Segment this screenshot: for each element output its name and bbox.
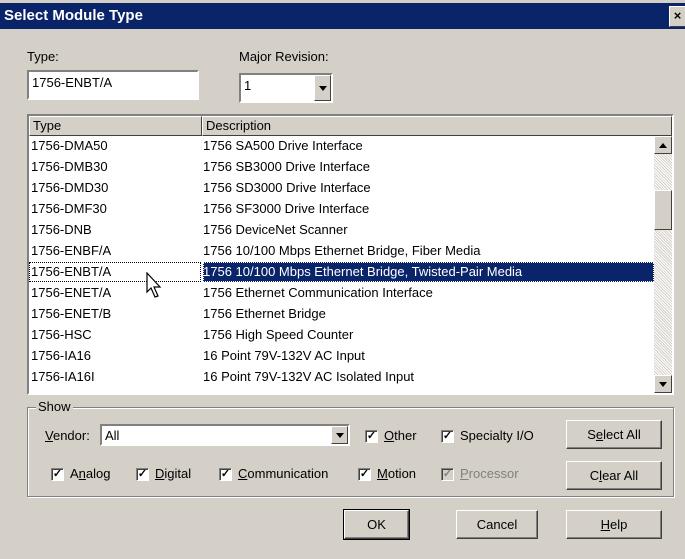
table-row[interactable]: 1756-ENET/B 1756 Ethernet Bridge xyxy=(29,304,654,325)
checkbox-specialty-io[interactable]: ✓ xyxy=(441,430,454,443)
dialog-window: Select Module Type × Type: 1756-ENBT/A M… xyxy=(0,0,685,559)
column-header-type[interactable]: Type xyxy=(29,116,202,136)
vendor-select[interactable]: All xyxy=(100,424,350,446)
dropdown-arrow-icon[interactable] xyxy=(331,426,348,444)
row-description: 1756 High Speed Counter xyxy=(203,327,354,342)
help-button[interactable]: Help xyxy=(566,510,662,539)
row-type: 1756-DMB30 xyxy=(31,159,108,174)
ok-button[interactable]: OK xyxy=(343,509,410,540)
close-icon[interactable]: × xyxy=(669,6,685,27)
table-row[interactable]: 1756-HSC 1756 High Speed Counter xyxy=(29,325,654,346)
checkbox-motion-label: Motion xyxy=(377,466,417,481)
type-label: Type: xyxy=(27,49,59,64)
row-type: 1756-DNB xyxy=(31,222,92,237)
scroll-up-icon[interactable] xyxy=(654,136,672,154)
module-list[interactable]: Type Description 1756-DMA50 1756 SA500 Dr… xyxy=(27,114,674,395)
vendor-value: All xyxy=(105,428,120,443)
checkbox-other[interactable]: ✓ xyxy=(365,430,378,443)
vendor-label: Vendor: xyxy=(45,428,90,443)
row-type: 1756-ENBT/A xyxy=(31,264,112,279)
row-type: 1756-ENET/A xyxy=(31,285,112,300)
table-row[interactable]: 1756-DMA50 1756 SA500 Drive Interface xyxy=(29,136,654,157)
table-row[interactable]: 1756-IA16I 16 Point 79V-132V AC Isolated … xyxy=(29,367,654,388)
row-description: 1756 Ethernet Communication Interface xyxy=(203,285,433,300)
table-row[interactable]: 1756-IA16 16 Point 79V-132V AC Input xyxy=(29,346,654,367)
checkbox-specialty-io-label: Specialty I/O xyxy=(460,428,534,443)
dropdown-arrow-icon[interactable] xyxy=(314,75,331,101)
checkbox-analog-label: Analog xyxy=(70,466,111,481)
major-revision-value: 1 xyxy=(244,78,252,93)
row-type: 1756-DMA50 xyxy=(31,138,108,153)
row-description: 1756 SB3000 Drive Interface xyxy=(203,159,370,174)
clear-all-button[interactable]: Clear All xyxy=(566,461,662,490)
show-group-label: Show xyxy=(36,399,73,414)
title-bar[interactable]: Select Module Type × xyxy=(0,3,685,29)
checkbox-motion[interactable]: ✓ xyxy=(358,468,371,481)
row-type: 1756-DMF30 xyxy=(31,201,107,216)
table-row[interactable]: 1756-DMF30 1756 SF3000 Drive Interface xyxy=(29,199,654,220)
checkbox-processor: ✓ xyxy=(441,468,454,481)
cancel-button[interactable]: Cancel xyxy=(456,510,538,539)
row-description: 16 Point 79V-132V AC Input xyxy=(203,348,365,363)
table-row[interactable]: 1756-DMB30 1756 SB3000 Drive Interface xyxy=(29,157,654,178)
checkbox-communication-label: Communication xyxy=(238,466,329,481)
row-description: 1756 SF3000 Drive Interface xyxy=(203,201,370,216)
row-type: 1756-ENET/B xyxy=(31,306,112,321)
row-description: 1756 SD3000 Drive Interface xyxy=(203,180,371,195)
row-type: 1756-IA16 xyxy=(31,348,91,363)
scroll-down-icon[interactable] xyxy=(654,375,672,393)
row-description: 1756 10/100 Mbps Ethernet Bridge, Twiste… xyxy=(203,264,523,279)
row-description: 1756 SA500 Drive Interface xyxy=(203,138,363,153)
major-revision-select[interactable]: 1 xyxy=(239,73,333,103)
checkbox-digital-label: Digital xyxy=(155,466,192,481)
row-description: 1756 Ethernet Bridge xyxy=(203,306,326,321)
major-revision-label: Major Revision: xyxy=(239,49,329,64)
select-all-button[interactable]: Select All xyxy=(566,420,662,449)
checkbox-other-label: Other xyxy=(384,428,417,443)
vertical-scrollbar[interactable] xyxy=(654,136,672,393)
table-row[interactable]: 1756-ENET/A 1756 Ethernet Communication I… xyxy=(29,283,654,304)
row-type: 1756-ENBF/A xyxy=(31,243,112,258)
table-row[interactable]: 1756-DMD30 1756 SD3000 Drive Interface xyxy=(29,178,654,199)
scroll-thumb[interactable] xyxy=(654,190,672,230)
table-row[interactable]: 1756-ENBT/A 1756 10/100 Mbps Ethernet Bri… xyxy=(29,262,654,283)
row-description: 16 Point 79V-132V AC Isolated Input xyxy=(203,369,415,384)
row-type: 1756-DMD30 xyxy=(31,180,109,195)
mouse-pointer-icon xyxy=(146,272,162,298)
table-row[interactable]: 1756-ENBF/A 1756 10/100 Mbps Ethernet Bri… xyxy=(29,241,654,262)
type-input[interactable]: 1756-ENBT/A xyxy=(27,70,199,100)
table-row[interactable]: 1756-DNB 1756 DeviceNet Scanner xyxy=(29,220,654,241)
row-description: 1756 10/100 Mbps Ethernet Bridge, Fiber … xyxy=(203,243,481,258)
checkbox-digital[interactable]: ✓ xyxy=(136,468,149,481)
column-header-description[interactable]: Description xyxy=(202,116,672,136)
checkbox-analog[interactable]: ✓ xyxy=(51,468,64,481)
checkbox-processor-label: Processor xyxy=(460,466,519,481)
window-title: Select Module Type xyxy=(4,7,143,24)
row-type: 1756-IA16I xyxy=(31,369,95,384)
row-description: 1756 DeviceNet Scanner xyxy=(203,222,348,237)
checkbox-communication[interactable]: ✓ xyxy=(219,468,232,481)
type-input-value: 1756-ENBT/A xyxy=(32,75,113,90)
row-type: 1756-HSC xyxy=(31,327,92,342)
